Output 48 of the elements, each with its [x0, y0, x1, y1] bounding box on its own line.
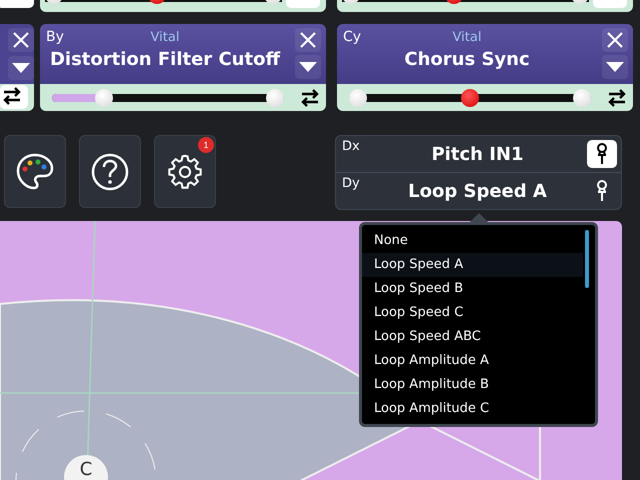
menu-item[interactable]: Loop Amplitude B — [362, 373, 583, 397]
help-button[interactable] — [79, 135, 141, 208]
axis-label: Cy — [343, 29, 362, 45]
menu-item[interactable]: Loop Speed B — [362, 277, 583, 301]
dropdown-button[interactable] — [8, 56, 34, 80]
axis-label: By — [46, 29, 64, 45]
menu-item[interactable]: Loop Amplitude A — [362, 349, 583, 373]
scrollbar[interactable] — [585, 230, 589, 288]
palette-icon — [15, 152, 55, 192]
swap-icon[interactable] — [607, 88, 627, 106]
range-slider[interactable] — [52, 88, 284, 106]
plugin-name: Vital — [150, 29, 180, 46]
menu-item[interactable]: None — [362, 229, 583, 253]
caret-icon — [12, 63, 30, 73]
settings-button[interactable]: 1 — [154, 135, 216, 208]
close-button[interactable] — [602, 28, 628, 52]
settings-icon — [166, 152, 204, 190]
swap-icon[interactable] — [300, 88, 320, 106]
pin-button[interactable] — [587, 140, 617, 168]
menu-item[interactable]: Loop Speed ABC — [362, 325, 583, 349]
pin-icon — [596, 143, 608, 165]
menu-item[interactable]: Loop Speed A — [362, 253, 583, 277]
swap-icon[interactable] — [2, 86, 22, 104]
dropdown-button[interactable] — [295, 55, 321, 79]
axis-label: Dx — [342, 139, 361, 154]
plugin-name: Vital — [452, 29, 482, 46]
close-icon — [12, 31, 30, 49]
menu-item[interactable]: Loop Speed C — [362, 301, 583, 325]
caret-icon — [606, 62, 624, 72]
pin-icon — [596, 180, 608, 202]
close-button[interactable] — [295, 28, 321, 52]
parameter-name: Distortion Filter Cutoff — [50, 48, 280, 72]
close-icon — [606, 31, 624, 49]
notification-badge: 1 — [198, 137, 214, 153]
parameter-name: Chorus Sync — [404, 48, 530, 72]
range-slider[interactable] — [349, 88, 591, 106]
close-icon — [299, 31, 317, 49]
close-button[interactable] — [8, 28, 34, 52]
parameter-name[interactable]: Pitch IN1 — [368, 144, 587, 164]
slider[interactable] — [342, 0, 589, 4]
caret-icon — [299, 62, 317, 72]
palette-button[interactable] — [4, 135, 66, 208]
parameter-name[interactable]: Loop Speed A — [368, 180, 587, 202]
dropdown-button[interactable] — [602, 55, 628, 79]
help-icon — [91, 152, 129, 190]
axis-label: Dy — [342, 176, 361, 191]
menu-item[interactable]: Loop Amplitude C — [362, 397, 583, 421]
slider[interactable] — [45, 0, 282, 4]
